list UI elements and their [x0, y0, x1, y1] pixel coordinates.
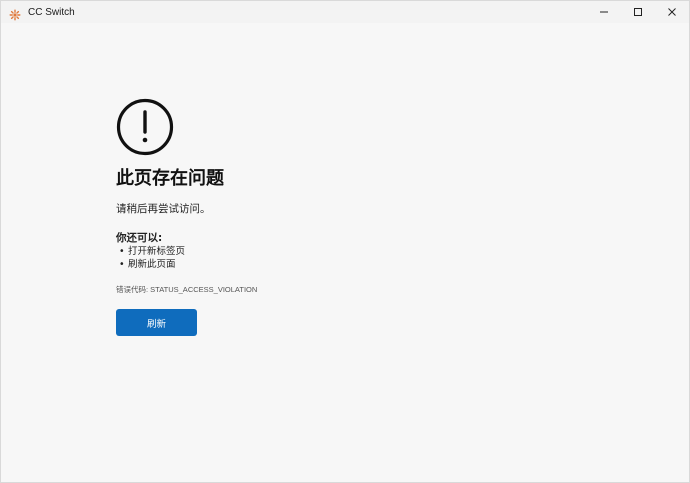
refresh-button[interactable]: 刷新	[116, 309, 197, 336]
error-message: 请稍后再尝试访问。	[116, 203, 211, 215]
minimize-icon	[600, 11, 608, 13]
window-controls	[587, 1, 689, 23]
suggestion-item: 打开新标签页	[116, 246, 596, 259]
error-content: 此页存在问题 请稍后再尝试访问。 你还可以: 打开新标签页 刷新此页面 错误代码…	[116, 98, 596, 336]
error-code: 错误代码: STATUS_ACCESS_VIOLATION	[116, 285, 258, 294]
maximize-icon	[634, 8, 642, 16]
minimize-button[interactable]	[587, 1, 621, 23]
window-title: CC Switch	[28, 6, 75, 18]
suggestions-title: 你还可以:	[116, 232, 163, 244]
cc-switch-logo-icon	[9, 6, 21, 21]
close-button[interactable]	[655, 1, 689, 23]
exclamation-circle-icon	[116, 98, 174, 156]
app-window: CC Switch 此页存在问题 请稍后再尝试访问。 你还可以: • 打开新标签…	[0, 0, 690, 483]
error-heading: 此页存在问题	[116, 168, 224, 189]
close-icon	[668, 8, 676, 16]
maximize-button[interactable]	[621, 1, 655, 23]
suggestions-list: 打开新标签页 刷新此页面	[116, 246, 596, 271]
suggestion-item: 刷新此页面	[116, 259, 596, 272]
title-bar[interactable]: CC Switch	[1, 1, 689, 23]
